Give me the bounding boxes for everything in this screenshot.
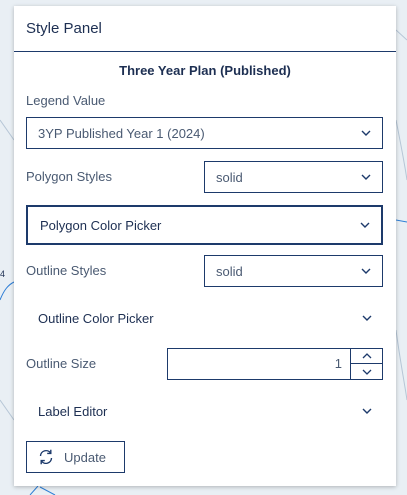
chevron-down-icon: [361, 130, 371, 136]
polygon-styles-selected: solid: [216, 169, 243, 185]
increment-button[interactable]: [351, 349, 382, 364]
legend-value-label: Legend Value: [26, 93, 106, 108]
outline-color-picker-label: Outline Color Picker: [38, 310, 154, 326]
decrement-button[interactable]: [351, 364, 382, 379]
outline-styles-selected: solid: [216, 263, 243, 279]
chevron-down-icon: [362, 369, 371, 375]
chevron-down-icon: [362, 408, 372, 414]
label-editor-label: Label Editor: [38, 403, 108, 419]
update-button[interactable]: Update: [26, 441, 125, 473]
chevron-up-icon: [362, 353, 371, 359]
chevron-down-icon: [361, 174, 371, 180]
section-title: Three Year Plan (Published): [119, 63, 291, 78]
panel-header: Style Panel: [14, 6, 396, 52]
chevron-down-icon: [361, 268, 371, 274]
outline-size-value: 1: [334, 356, 342, 371]
polygon-styles-label: Polygon Styles: [26, 169, 112, 184]
legend-value-selected: 3YP Published Year 1 (2024): [38, 125, 205, 141]
legend-value-select[interactable]: 3YP Published Year 1 (2024): [26, 117, 383, 149]
map-fragment-label: 4: [0, 269, 6, 279]
outline-size-input[interactable]: 1: [167, 348, 383, 380]
outline-size-label: Outline Size: [26, 356, 97, 371]
chevron-down-icon: [362, 315, 372, 321]
outline-styles-select[interactable]: solid: [204, 255, 383, 287]
polygon-color-picker-toggle[interactable]: Polygon Color Picker: [26, 205, 383, 245]
outline-styles-label: Outline Styles: [26, 263, 107, 278]
chevron-down-icon: [360, 222, 370, 228]
update-button-label: Update: [64, 449, 106, 465]
polygon-styles-select[interactable]: solid: [204, 161, 383, 193]
outline-color-picker-toggle[interactable]: Outline Color Picker: [26, 300, 383, 336]
polygon-color-picker-label: Polygon Color Picker: [40, 217, 162, 233]
panel-title: Style Panel: [26, 20, 102, 37]
style-panel: Style Panel Three Year Plan (Published) …: [14, 6, 396, 486]
refresh-icon: [39, 449, 53, 465]
label-editor-toggle[interactable]: Label Editor: [26, 393, 383, 429]
outline-size-stepper: [350, 349, 382, 379]
